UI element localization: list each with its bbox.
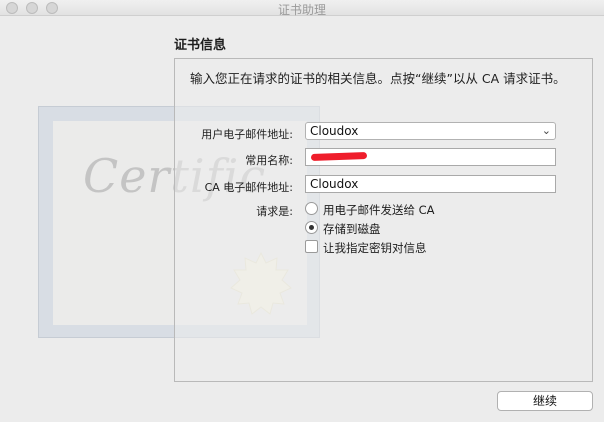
radio-email-to-ca[interactable] — [305, 202, 318, 215]
form-panel — [174, 58, 593, 382]
ca-email-input[interactable]: Cloudox — [305, 175, 556, 193]
radio-selected-dot — [309, 225, 314, 230]
common-name-label: 常用名称: — [245, 154, 293, 167]
chevron-updown-icon: ⌄ — [541, 124, 551, 137]
redaction-mark — [310, 152, 368, 161]
ca-email-label: CA 电子邮件地址: — [204, 181, 293, 194]
window-title: 证书助理 — [277, 3, 326, 17]
section-heading: 证书信息 — [174, 38, 227, 53]
checkbox-specify-key-pair[interactable] — [305, 240, 318, 253]
option-specify-key-pair-label[interactable]: 让我指定密钥对信息 — [323, 240, 427, 256]
option-save-to-disk-label[interactable]: 存储到磁盘 — [323, 221, 381, 237]
radio-save-to-disk[interactable] — [305, 221, 318, 234]
common-name-input[interactable] — [305, 148, 556, 166]
info-text: 输入您正在请求的证书的相关信息。点按“继续”以从 CA 请求证书。 — [190, 71, 566, 86]
title-bar: 证书助理 — [0, 0, 604, 17]
option-email-to-ca-label[interactable]: 用电子邮件发送给 CA — [323, 202, 435, 218]
continue-button[interactable]: 继续 — [497, 391, 593, 411]
ca-email-value: Cloudox — [310, 177, 359, 191]
user-email-label: 用户电子邮件地址: — [201, 128, 293, 141]
user-email-value: Cloudox — [310, 124, 359, 138]
request-label: 请求是: — [256, 205, 293, 218]
user-email-select[interactable]: Cloudox ⌄ — [305, 122, 556, 140]
